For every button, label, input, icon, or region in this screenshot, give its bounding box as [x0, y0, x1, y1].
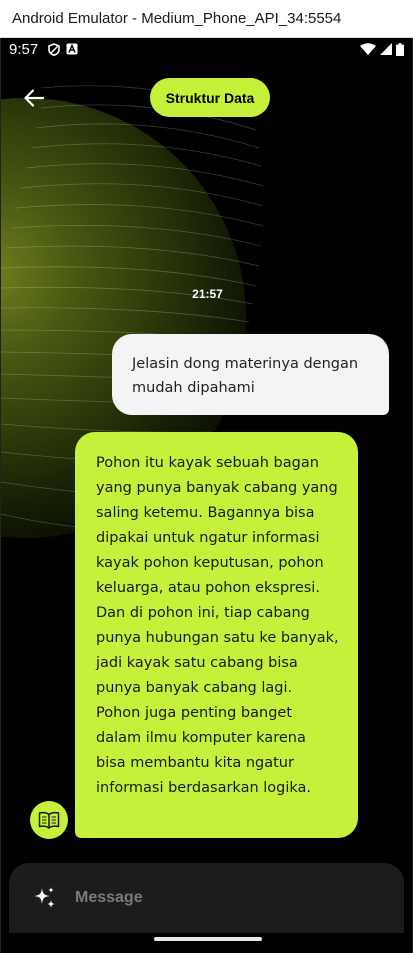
user-message-bubble: Jelasin dong materinya dengan mudah dipa… — [112, 334, 389, 415]
message-composer — [9, 863, 404, 933]
topic-label: Struktur Data — [165, 89, 255, 106]
back-button[interactable] — [19, 85, 49, 111]
status-time: 9:57 — [9, 40, 39, 58]
phone-screen: 9:57 Struktur Data 21:57 Jelasin dong ma… — [0, 38, 413, 953]
shield-icon — [48, 42, 61, 56]
sparkle-icon[interactable] — [31, 885, 57, 911]
battery-icon — [396, 42, 404, 56]
wifi-icon — [360, 43, 376, 55]
book-icon — [38, 811, 60, 829]
status-bar: 9:57 — [1, 38, 412, 60]
assistant-message-text: Pohon itu kayak sebuah bagan yang punya … — [96, 455, 339, 796]
gesture-nav-handle[interactable] — [154, 937, 262, 941]
message-timestamp: 21:57 — [192, 287, 223, 301]
assistant-message-bubble: Pohon itu kayak sebuah bagan yang punya … — [75, 432, 358, 838]
assistant-avatar — [30, 801, 68, 839]
signal-icon — [380, 43, 392, 55]
arrow-left-icon — [24, 89, 44, 107]
window-titlebar: Android Emulator - Medium_Phone_API_34:5… — [0, 0, 413, 38]
a-badge-icon — [66, 43, 78, 55]
user-message-text: Jelasin dong materinya dengan mudah dipa… — [132, 356, 359, 396]
window-title: Android Emulator - Medium_Phone_API_34:5… — [12, 10, 342, 27]
message-input[interactable] — [73, 888, 382, 908]
topic-chip[interactable]: Struktur Data — [150, 78, 270, 117]
